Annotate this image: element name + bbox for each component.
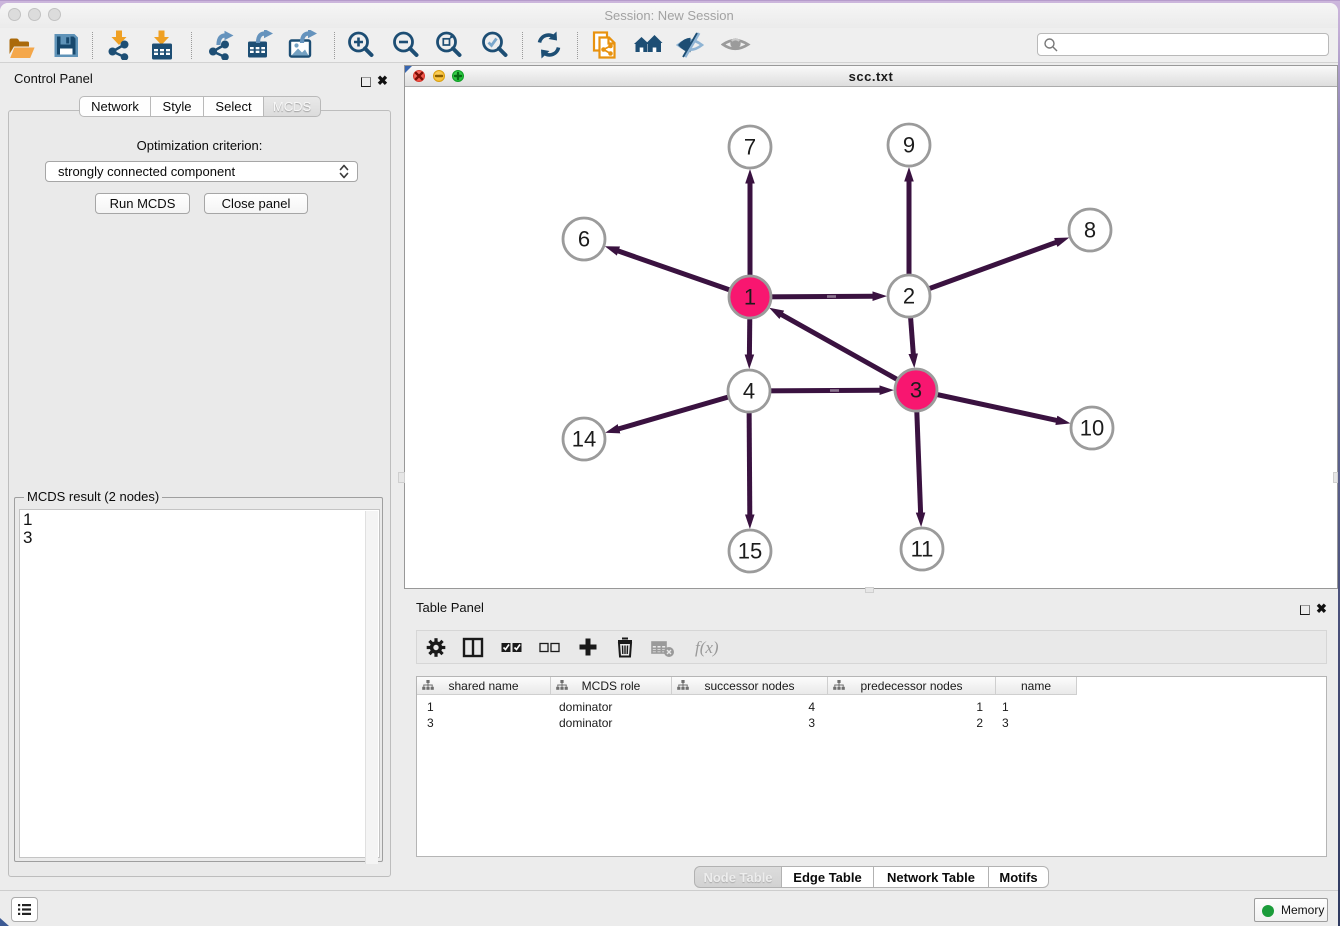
svg-text:15: 15 [738, 539, 762, 564]
svg-text:6: 6 [578, 227, 590, 252]
svg-text:8: 8 [1084, 218, 1096, 243]
svg-text:7: 7 [744, 135, 756, 160]
svg-text:3: 3 [910, 378, 922, 403]
svg-text:9: 9 [903, 133, 915, 158]
svg-text:4: 4 [743, 379, 755, 404]
svg-text:2: 2 [903, 284, 915, 309]
svg-text:11: 11 [911, 537, 934, 562]
svg-text:10: 10 [1080, 416, 1104, 441]
svg-text:f(x): f(x) [695, 638, 719, 657]
svg-text:14: 14 [572, 427, 596, 452]
svg-text:1: 1 [744, 285, 756, 310]
